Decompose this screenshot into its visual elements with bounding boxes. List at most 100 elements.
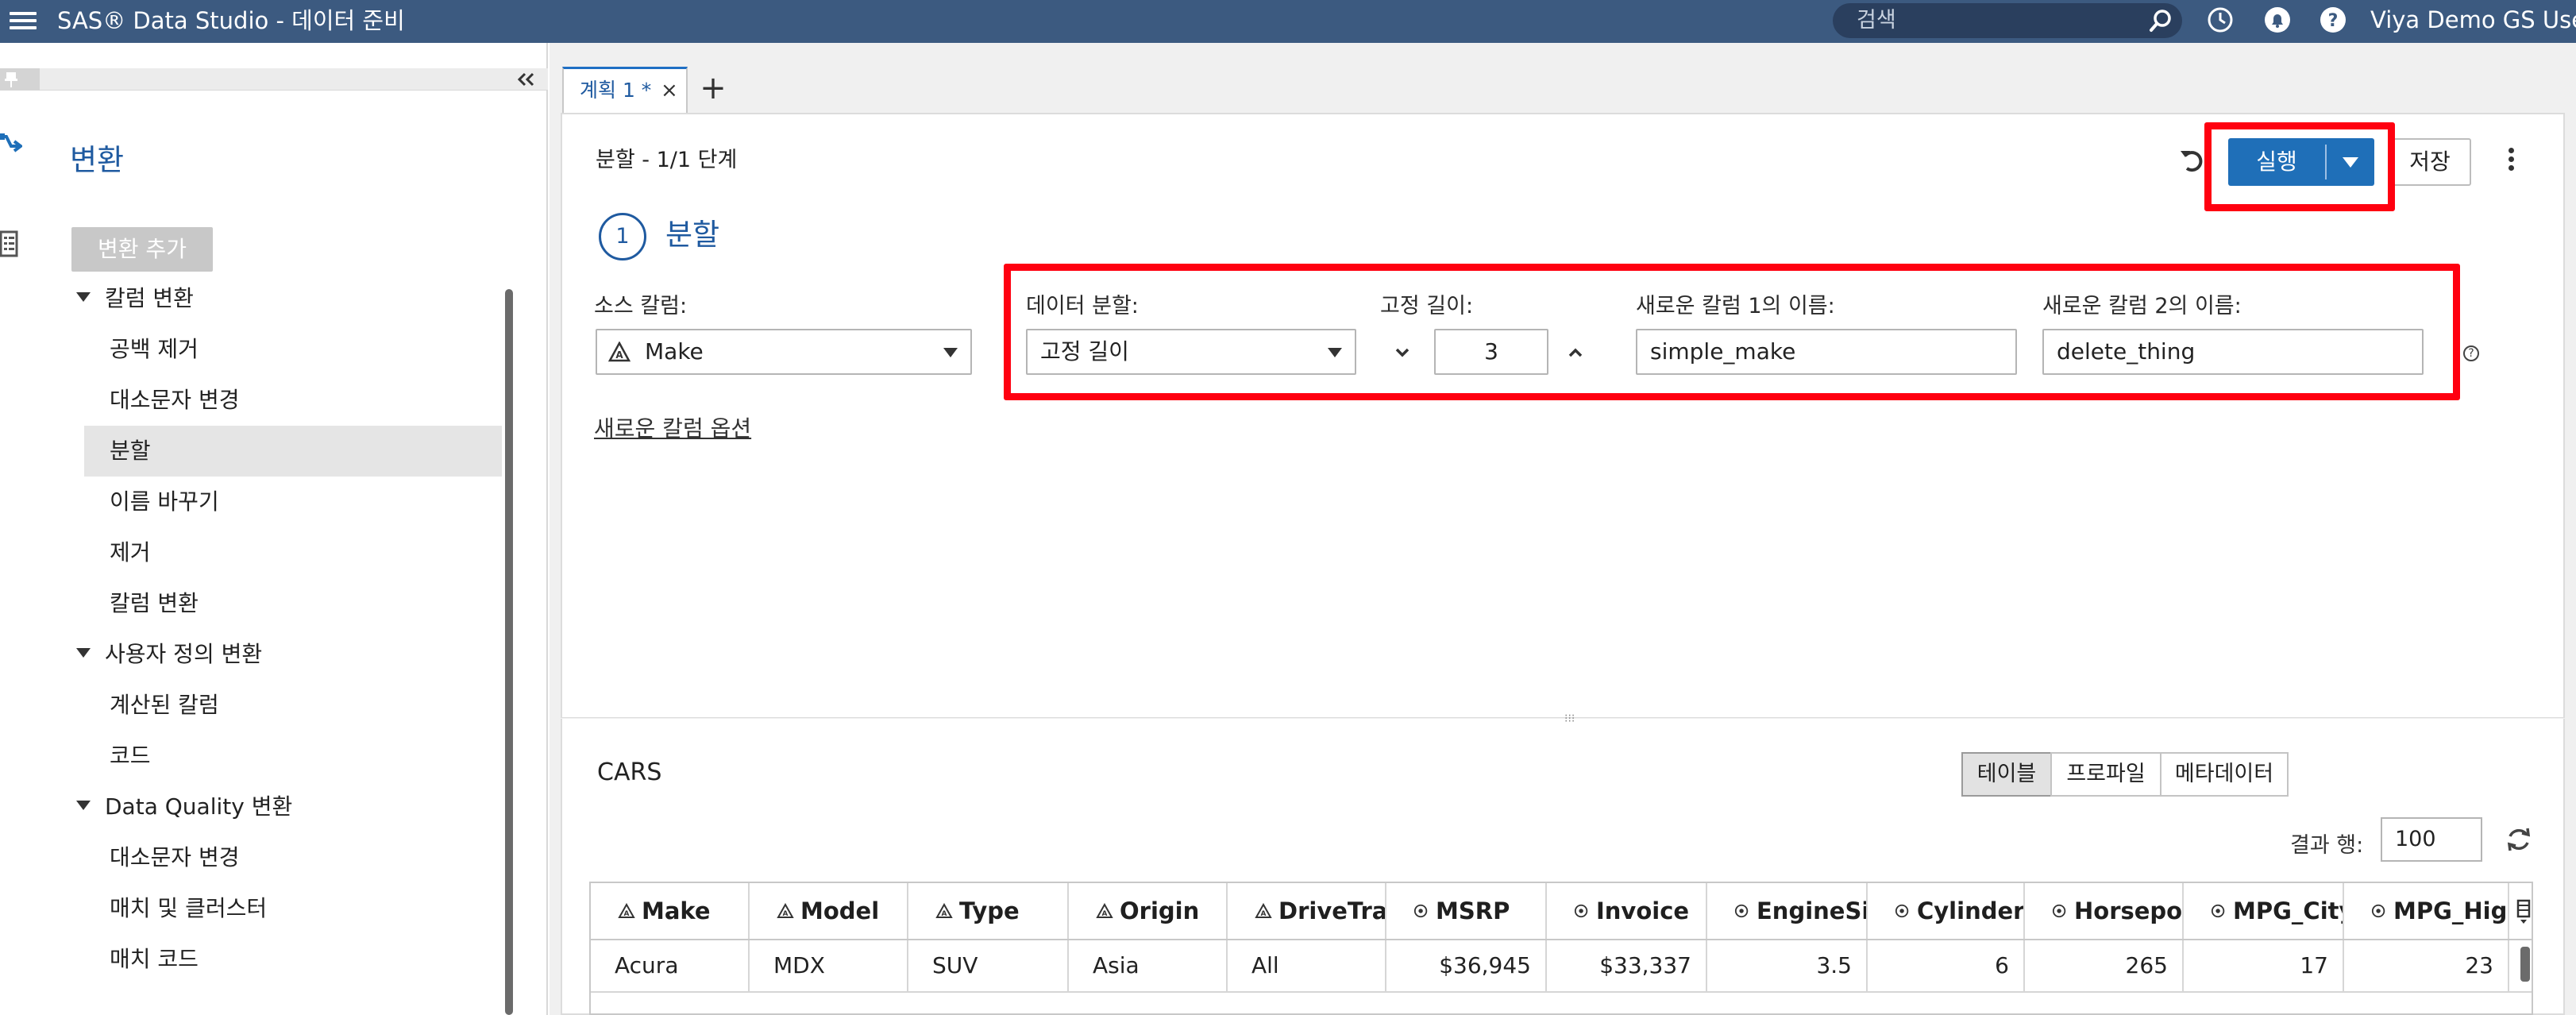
refresh-icon[interactable] bbox=[2505, 825, 2533, 854]
column-header-horsepower[interactable]: Horsepower bbox=[2025, 883, 2184, 939]
run-highlight-box bbox=[2204, 122, 2395, 211]
search-placeholder: 검색 bbox=[1857, 8, 1896, 33]
column-header-label: Horsepower bbox=[2074, 897, 2183, 924]
collapse-double-chevron-icon[interactable] bbox=[512, 68, 541, 91]
save-button[interactable]: 저장 bbox=[2389, 138, 2471, 186]
split-settings-highlight-box bbox=[1004, 264, 2460, 400]
column-header-model[interactable]: A Model bbox=[750, 883, 908, 939]
add-transform-button[interactable]: 변환 추가 bbox=[71, 227, 213, 272]
result-rows-input[interactable]: 100 bbox=[2381, 817, 2482, 862]
new-column-options-link[interactable]: 새로운 칼럼 옵션 bbox=[594, 413, 751, 445]
tree-item-label: 분할 bbox=[110, 438, 151, 464]
pane-splitter-grip-icon[interactable]: ⁝⁝⁝ bbox=[1564, 713, 1588, 724]
column-header-origin[interactable]: A Origin bbox=[1069, 883, 1228, 939]
tree-item-code[interactable]: 코드 bbox=[40, 731, 516, 782]
pin-icon[interactable] bbox=[3, 71, 19, 88]
column-header-mpg_highway[interactable]: MPG_Highway bbox=[2344, 883, 2509, 939]
dropdown-caret-icon bbox=[943, 348, 958, 357]
add-tab-plus-icon[interactable]: + bbox=[697, 68, 729, 108]
search-icon[interactable] bbox=[2149, 9, 2173, 33]
svg-text:A: A bbox=[615, 349, 623, 361]
column-header-msrp[interactable]: MSRP bbox=[1386, 883, 1547, 939]
column-header-type[interactable]: A Type bbox=[908, 883, 1069, 939]
tree-item-label: 매치 및 클러스터 bbox=[110, 895, 268, 921]
caret-down-icon bbox=[76, 292, 91, 302]
table-cell-enginesize: 3.5 bbox=[1707, 940, 1868, 991]
column-chooser-icon[interactable] bbox=[2516, 897, 2532, 926]
tree-item-match-code[interactable]: 매치 코드 bbox=[40, 934, 516, 985]
history-icon[interactable] bbox=[2204, 4, 2236, 36]
tree-item-label: 계산된 칼럼 bbox=[110, 692, 219, 718]
sidebar-scrollbar[interactable] bbox=[505, 289, 513, 1015]
column-header-mpg_city[interactable]: MPG_City bbox=[2184, 883, 2344, 939]
numeric-column-icon bbox=[1734, 904, 1749, 918]
table-cell-mpg_city: 17 bbox=[2184, 940, 2344, 991]
data-preview-pane: ⁝⁝⁝ CARS 테이블 프로파일 메타데이터 결과 행: 100 A Make A… bbox=[561, 713, 2565, 1015]
close-icon[interactable]: × bbox=[661, 79, 678, 102]
tree-item-trim-whitespace[interactable]: 공백 제거 bbox=[40, 324, 516, 375]
column-list-icon[interactable] bbox=[0, 230, 19, 259]
tree-item-match-cluster[interactable]: 매치 및 클러스터 bbox=[40, 883, 516, 934]
column-header-cylinders[interactable]: Cylinders bbox=[1868, 883, 2025, 939]
column-header-label: MPG_City bbox=[2233, 897, 2344, 924]
caret-down-icon bbox=[76, 648, 91, 658]
column-header-drivetrain[interactable]: A DriveTrain bbox=[1228, 883, 1386, 939]
tree-item-calculated-column[interactable]: 계산된 칼럼 bbox=[40, 680, 516, 731]
sidebar-title: 변환 bbox=[70, 143, 125, 177]
result-rows-label: 결과 행: bbox=[2290, 833, 2364, 858]
notification-bell-icon[interactable] bbox=[2262, 4, 2293, 36]
step-counter-label: 분할 - 1/1 단계 bbox=[596, 148, 738, 172]
svg-text:?: ? bbox=[2328, 11, 2339, 31]
tree-group-data-quality[interactable]: Data Quality 변환 bbox=[40, 782, 516, 832]
column-header-invoice[interactable]: Invoice bbox=[1547, 883, 1707, 939]
column-header-label: Make bbox=[642, 897, 711, 924]
view-table-button[interactable]: 테이블 bbox=[1961, 752, 2052, 797]
column-header-label: MSRP bbox=[1436, 897, 1510, 924]
table-cell-type: SUV bbox=[908, 940, 1069, 991]
view-profile-button[interactable]: 프로파일 bbox=[2050, 752, 2161, 797]
tree-group-label: Data Quality 변환 bbox=[105, 793, 293, 820]
tree-item-label: 칼럼 변환 bbox=[110, 590, 199, 616]
tree-item-convert-column[interactable]: 칼럼 변환 bbox=[40, 578, 516, 629]
source-column-select[interactable]: A Make bbox=[596, 329, 972, 375]
transform-icon[interactable] bbox=[0, 129, 22, 160]
column-header-label: Origin bbox=[1120, 897, 1200, 924]
hamburger-menu-icon[interactable] bbox=[10, 8, 37, 35]
column-header-enginesize[interactable]: EngineSize bbox=[1707, 883, 1868, 939]
transform-panel: 분할 - 1/1 단계 실행 저장 1 분할 소스 칼럼: A Make 데이터… bbox=[561, 113, 2565, 718]
data-grid: A Make A Model A Type A Origin A DriveTrain MSRP In… bbox=[589, 882, 2533, 1015]
table-cell-cylinders: 6 bbox=[1868, 940, 2025, 991]
character-column-icon: A bbox=[608, 342, 631, 362]
search-input[interactable]: 검색 bbox=[1833, 3, 2182, 38]
tree-item-change-case[interactable]: 대소문자 변경 bbox=[40, 375, 516, 426]
table-row[interactable]: Acura MDX SUV Asia All $36,945 $33,337 3.5 6 265 1… bbox=[591, 940, 2532, 993]
tab-plan-1[interactable]: 계획 1 * × bbox=[562, 67, 688, 113]
top-bar: SAS® Data Studio - 데이터 준비 검색 ? Viya Demo… bbox=[0, 0, 2576, 43]
user-menu[interactable]: Viya Demo GS User 0 bbox=[2370, 4, 2576, 36]
tree-item-label: 제거 bbox=[110, 539, 151, 565]
grid-scrollbar[interactable] bbox=[2520, 947, 2530, 982]
table-cell-mpg_highway: 23 bbox=[2344, 940, 2509, 991]
undo-icon[interactable] bbox=[2176, 145, 2208, 176]
tree-group-column-transforms[interactable]: 칼럼 변환 bbox=[40, 273, 516, 324]
step-title: 분할 bbox=[665, 218, 720, 252]
tree-item-label: 대소문자 변경 bbox=[110, 387, 240, 413]
tree-item-label: 매치 코드 bbox=[110, 946, 199, 972]
transform-tree: 칼럼 변환 공백 제거 대소문자 변경 분할 이름 바꾸기 제거 칼럼 변환 사… bbox=[40, 273, 516, 985]
view-metadata-button[interactable]: 메타데이터 bbox=[2160, 752, 2289, 797]
more-options-icon[interactable] bbox=[2506, 145, 2517, 179]
transform-sidebar: 변환 변환 추가 칼럼 변환 공백 제거 대소문자 변경 분할 이름 바꾸기 제… bbox=[40, 43, 548, 1015]
help-icon[interactable]: ? bbox=[2317, 4, 2349, 36]
question-help-icon[interactable]: ? bbox=[2463, 345, 2479, 361]
tree-item-rename[interactable]: 이름 바꾸기 bbox=[40, 477, 516, 527]
tree-item-split[interactable]: 분할 bbox=[84, 426, 502, 477]
plan-tabs: 계획 1 * × + bbox=[550, 43, 2576, 113]
column-header-label: Type bbox=[959, 897, 1020, 924]
table-cell-invoice: $33,337 bbox=[1547, 940, 1707, 991]
column-header-make[interactable]: A Make bbox=[591, 883, 750, 939]
tree-group-custom-transforms[interactable]: 사용자 정의 변환 bbox=[40, 629, 516, 680]
tree-item-dq-change-case[interactable]: 대소문자 변경 bbox=[40, 832, 516, 883]
tree-item-remove[interactable]: 제거 bbox=[40, 527, 516, 578]
character-column-icon: A bbox=[1096, 903, 1113, 918]
main-area: 계획 1 * × + 분할 - 1/1 단계 실행 저장 1 분할 소스 칼럼:… bbox=[550, 43, 2576, 1015]
